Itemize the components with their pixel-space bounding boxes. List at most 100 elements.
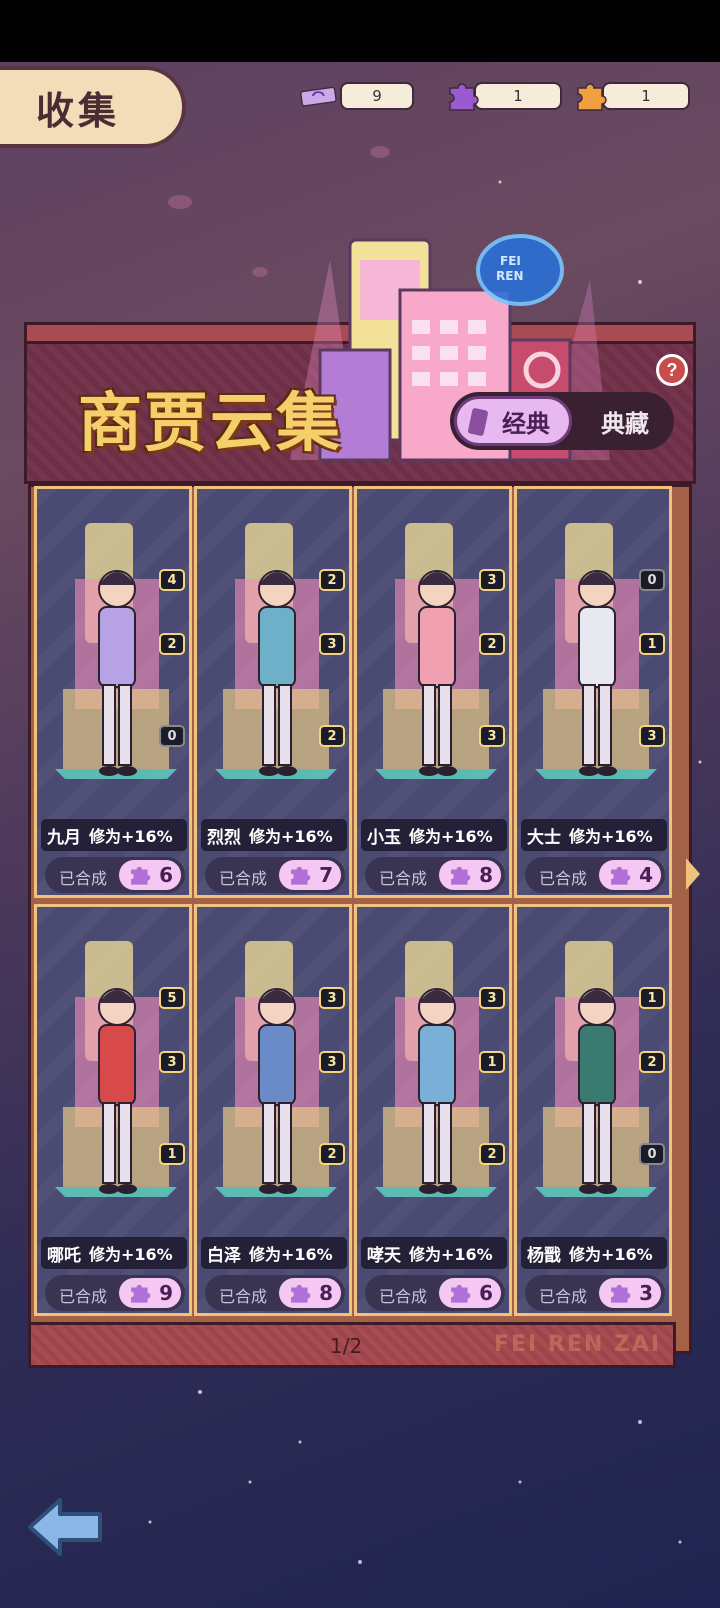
- puzzle-icon: [611, 866, 631, 885]
- composed-row: 已合成 6: [45, 857, 185, 893]
- piece-count-badge: 2: [159, 633, 185, 655]
- composed-row: 已合成 3: [525, 1275, 665, 1311]
- back-button[interactable]: [26, 1496, 104, 1558]
- character-illustration: [258, 988, 297, 1194]
- piece-count-badge: 3: [639, 725, 665, 747]
- composed-count: 6: [479, 1281, 493, 1305]
- piece-count-badge: 2: [639, 1051, 665, 1073]
- character-card[interactable]: 2 3 2 烈烈 修为+16% 已合成 7: [194, 486, 352, 898]
- composed-count: 7: [319, 863, 333, 887]
- character-name: 杨戬: [527, 1245, 561, 1266]
- composed-label: 已合成: [379, 869, 428, 888]
- composed-label: 已合成: [59, 869, 108, 888]
- ticket-count: 9: [372, 87, 382, 105]
- puzzle-icon: [451, 1284, 471, 1303]
- piece-count-badge: 2: [319, 725, 345, 747]
- piece-count-badge: 3: [479, 569, 505, 591]
- resource-orange-puzzle: 1: [572, 80, 690, 112]
- tab-collection[interactable]: 典藏: [580, 396, 670, 446]
- page-title: 收集: [0, 66, 186, 148]
- tab-classic[interactable]: 经典: [454, 396, 572, 446]
- character-card[interactable]: 3 3 2 白泽 修为+16% 已合成 8: [194, 904, 352, 1316]
- card-icon: [468, 408, 488, 436]
- composed-count: 3: [639, 1281, 653, 1305]
- composed-count-pill: 7: [279, 860, 341, 890]
- composed-count-pill: 6: [119, 860, 181, 890]
- page-title-text: 收集: [35, 88, 120, 133]
- piece-count-badge: 0: [639, 569, 665, 591]
- character-name-bar: 九月 修为+16%: [41, 819, 187, 851]
- resource-purple-puzzle: 1: [444, 80, 562, 112]
- puzzle-icon: [291, 866, 311, 885]
- resource-tickets: 9: [300, 80, 414, 112]
- composed-count: 9: [159, 1281, 173, 1305]
- composed-count-pill: 8: [279, 1278, 341, 1308]
- puzzle-icon: [451, 866, 471, 885]
- composed-label: 已合成: [219, 869, 268, 888]
- svg-text:FEI: FEI: [500, 254, 521, 268]
- composed-row: 已合成 8: [205, 1275, 345, 1311]
- composed-label: 已合成: [59, 1287, 108, 1306]
- character-bonus: 修为+16%: [89, 1245, 173, 1264]
- piece-count-badge: 3: [159, 1051, 185, 1073]
- character-bonus: 修为+16%: [569, 1245, 653, 1264]
- svg-text:REN: REN: [496, 269, 523, 283]
- puzzle-icon: [291, 1284, 311, 1303]
- character-name-bar: 哪吒 修为+16%: [41, 1237, 187, 1269]
- help-button[interactable]: ?: [656, 354, 688, 386]
- composed-count: 4: [639, 863, 653, 887]
- banner-title: 商贾云集: [78, 387, 342, 461]
- puzzle-icon: [611, 1284, 631, 1303]
- purple-puzzle-icon: [444, 80, 482, 112]
- character-name-bar: 大士 修为+16%: [521, 819, 667, 851]
- orange-puzzle-icon: [572, 80, 610, 112]
- composed-row: 已合成 7: [205, 857, 345, 893]
- character-bonus: 修为+16%: [249, 1245, 333, 1264]
- character-name-bar: 白泽 修为+16%: [201, 1237, 347, 1269]
- character-card[interactable]: 3 1 2 哮天 修为+16% 已合成 6: [354, 904, 512, 1316]
- piece-count-badge: 4: [159, 569, 185, 591]
- piece-count-badge: 2: [319, 1143, 345, 1165]
- puzzle-icon: [131, 866, 151, 885]
- character-card[interactable]: 0 1 3 大士 修为+16% 已合成 4: [514, 486, 672, 898]
- character-illustration: [578, 570, 617, 776]
- tab-collection-label: 典藏: [601, 409, 649, 438]
- piece-count-badge: 3: [319, 1051, 345, 1073]
- character-card[interactable]: 1 2 0 杨戬 修为+16% 已合成 3: [514, 904, 672, 1316]
- character-card[interactable]: 5 3 1 哪吒 修为+16% 已合成 9: [34, 904, 192, 1316]
- next-page-arrow[interactable]: [686, 858, 700, 890]
- character-illustration: [98, 570, 137, 776]
- composed-count-pill: 8: [439, 860, 501, 890]
- piece-count-badge: 3: [479, 725, 505, 747]
- character-name: 白泽: [207, 1245, 241, 1266]
- composed-row: 已合成 8: [365, 857, 505, 893]
- character-name-bar: 杨戬 修为+16%: [521, 1237, 667, 1269]
- piece-count-badge: 2: [319, 569, 345, 591]
- orange-puzzle-count: 1: [641, 87, 651, 105]
- character-card[interactable]: 3 2 3 小玉 修为+16% 已合成 8: [354, 486, 512, 898]
- composed-label: 已合成: [219, 1287, 268, 1306]
- piece-count-badge: 1: [479, 1051, 505, 1073]
- composed-count-pill: 9: [119, 1278, 181, 1308]
- character-illustration: [418, 570, 457, 776]
- character-illustration: [258, 570, 297, 776]
- piece-count-badge: 1: [639, 987, 665, 1009]
- purple-puzzle-count: 1: [513, 87, 523, 105]
- character-bonus: 修为+16%: [569, 827, 653, 846]
- composed-count: 6: [159, 863, 173, 887]
- character-name: 哮天: [367, 1245, 401, 1266]
- composed-count-pill: 3: [599, 1278, 661, 1308]
- composed-count: 8: [319, 1281, 333, 1305]
- character-illustration: [418, 988, 457, 1194]
- character-illustration: [578, 988, 617, 1194]
- composed-count-pill: 6: [439, 1278, 501, 1308]
- character-card[interactable]: 4 2 0 九月 修为+16% 已合成 6: [34, 486, 192, 898]
- piece-count-badge: 1: [639, 633, 665, 655]
- character-bonus: 修为+16%: [409, 827, 493, 846]
- character-bonus: 修为+16%: [89, 827, 173, 846]
- page-indicator: 1/2: [330, 1334, 363, 1358]
- piece-count-badge: 3: [479, 987, 505, 1009]
- status-bar: [0, 0, 720, 62]
- ticket-icon: [300, 80, 338, 112]
- piece-count-badge: 2: [479, 633, 505, 655]
